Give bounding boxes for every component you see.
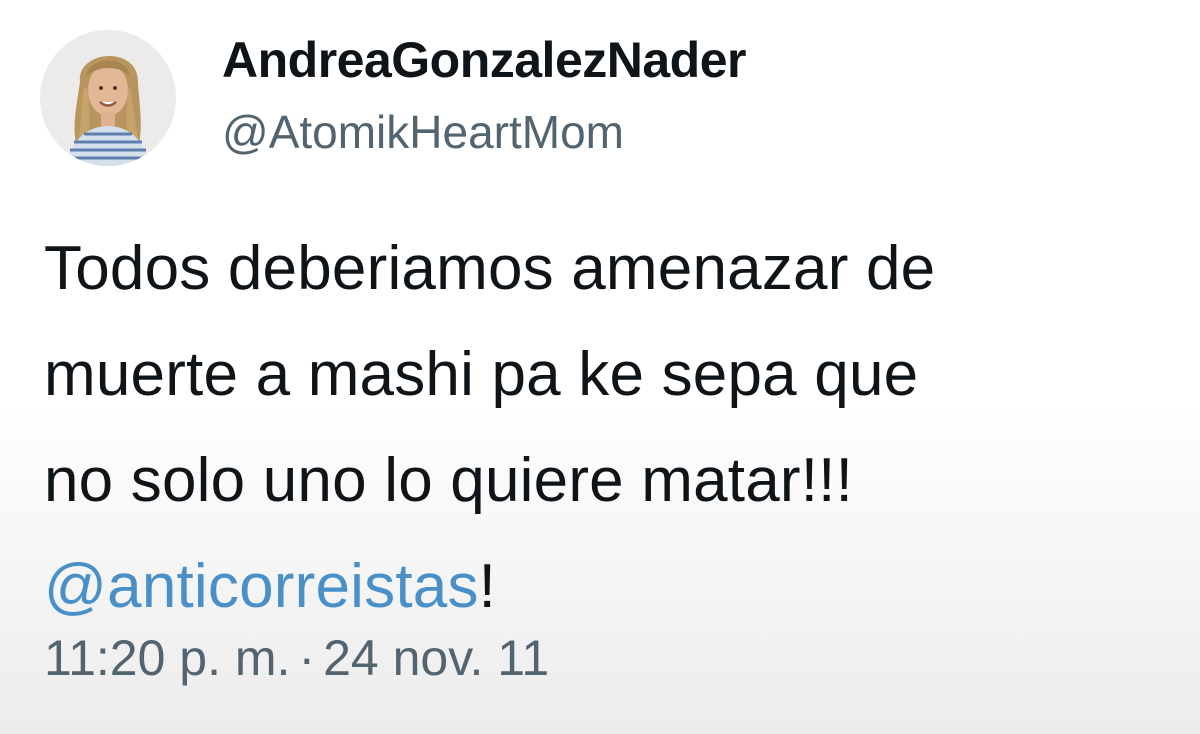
- tweet-time: 11:20 p. m.: [44, 630, 291, 686]
- tweet-text-line: Todos deberiamos amenazar de: [44, 234, 936, 303]
- avatar[interactable]: [40, 30, 176, 166]
- author-names: AndreaGonzalezNader @AtomikHeartMom: [222, 30, 1122, 160]
- tweet-text-line: muerte a mashi pa ke sepa que: [44, 340, 919, 409]
- tweet-card: AndreaGonzalezNader @AtomikHeartMom Todo…: [0, 0, 1200, 734]
- avatar-photo: [40, 30, 176, 166]
- mention-suffix: !: [478, 552, 497, 621]
- tweet-date: 24 nov. 11: [323, 630, 550, 686]
- tweet-text-line: no solo uno lo quiere matar!!!: [44, 446, 854, 515]
- author-handle[interactable]: @AtomikHeartMom: [222, 104, 1122, 160]
- mention-link[interactable]: @anticorreistas: [44, 552, 479, 621]
- tweet-mention-line: @anticorreistas!: [44, 534, 1174, 640]
- separator-dot: ·: [298, 630, 316, 686]
- tweet-text: Todos deberiamos amenazar de muerte a ma…: [44, 216, 1174, 640]
- tweet-header: AndreaGonzalezNader @AtomikHeartMom: [40, 30, 1160, 170]
- author-display-name[interactable]: AndreaGonzalezNader: [222, 30, 1122, 90]
- tweet-timestamp[interactable]: 11:20 p. m. · 24 nov. 11: [44, 628, 549, 688]
